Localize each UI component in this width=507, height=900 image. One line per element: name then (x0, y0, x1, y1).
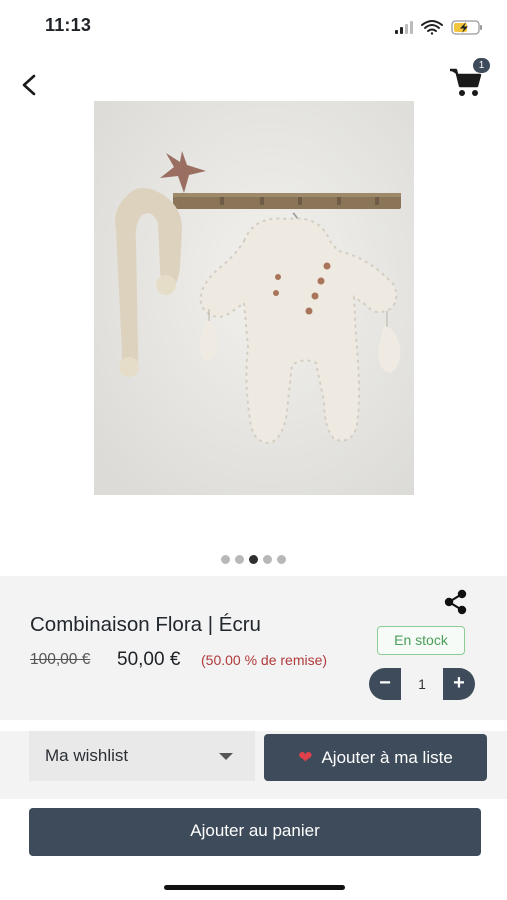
add-to-list-button[interactable]: ❤ Ajouter à ma liste (264, 734, 487, 781)
discount-label: (50.00 % de remise) (201, 652, 328, 668)
status-time: 11:13 (45, 15, 92, 35)
share-button[interactable] (441, 588, 471, 616)
carousel-dot[interactable] (263, 555, 272, 564)
add-to-list-label: Ajouter à ma liste (321, 747, 453, 767)
product-title: Combinaison Flora | Écru (30, 613, 261, 636)
dropdown-caret-icon (219, 753, 233, 760)
quantity-stepper: − 1 + (369, 668, 475, 700)
cart-button[interactable]: 1 (448, 58, 494, 98)
decrease-quantity-button[interactable]: − (369, 668, 401, 700)
carousel-dot[interactable] (277, 555, 286, 564)
stock-status-badge: En stock (377, 626, 465, 655)
wifi-icon (421, 20, 443, 35)
carousel-dot[interactable] (221, 555, 230, 564)
carousel-dot[interactable] (235, 555, 244, 564)
image-carousel-dots[interactable] (0, 555, 507, 567)
battery-icon (451, 20, 482, 35)
status-icons (393, 17, 485, 37)
quantity-value[interactable]: 1 (401, 668, 443, 700)
increase-quantity-button[interactable]: + (443, 668, 475, 700)
cart-count-badge: 1 (473, 58, 490, 73)
home-indicator[interactable] (164, 885, 345, 890)
product-image[interactable] (94, 101, 414, 495)
share-icon (444, 589, 467, 615)
carousel-dot-active[interactable] (249, 555, 258, 564)
add-to-cart-button[interactable]: Ajouter au panier (29, 808, 481, 856)
wishlist-selected-value: Ma wishlist (45, 746, 129, 765)
back-chevron-icon (22, 74, 36, 96)
wishlist-select[interactable]: Ma wishlist (29, 731, 255, 781)
old-price: 100,00 € (30, 651, 91, 668)
signal-icon (395, 21, 413, 34)
current-price: 50,00 € (117, 649, 181, 670)
heart-icon: ❤ (298, 747, 313, 767)
back-button[interactable] (14, 68, 46, 102)
